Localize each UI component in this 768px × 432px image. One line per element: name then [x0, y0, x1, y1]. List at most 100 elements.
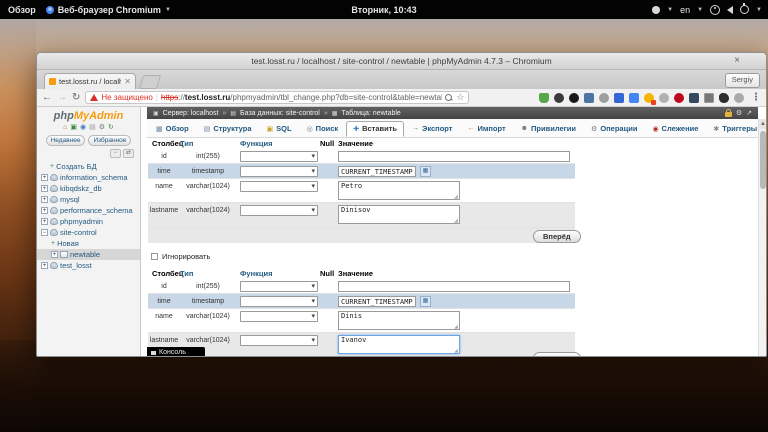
tree-item-db[interactable]: +test_losst: [37, 260, 140, 271]
docs-icon[interactable]: ▤: [89, 124, 96, 132]
scrollbar-thumb[interactable]: [760, 131, 766, 189]
tree-item-db-expanded[interactable]: −site-control: [37, 227, 140, 238]
recent-tables-button[interactable]: Недавнее: [46, 135, 86, 146]
tab-close-icon[interactable]: ✕: [124, 77, 131, 86]
tab-triggers[interactable]: ✱Триггеры: [706, 121, 764, 137]
tree-item-new-table[interactable]: +Новая: [37, 238, 140, 249]
tree-item-db[interactable]: +mysql: [37, 194, 140, 205]
accessibility-icon[interactable]: [710, 5, 720, 15]
function-header-link[interactable]: Функция: [240, 269, 272, 278]
type-header-link[interactable]: Тип: [180, 269, 193, 278]
s-extension-icon[interactable]: [659, 93, 669, 103]
collapse-all-button[interactable]: −: [110, 149, 121, 158]
sql-window-icon[interactable]: ◉: [80, 124, 86, 132]
tab-export[interactable]: →Экспорт: [405, 121, 459, 137]
function-select[interactable]: [240, 311, 318, 322]
go-button[interactable]: Вперёд: [533, 352, 581, 357]
pocket-extension-icon[interactable]: [554, 93, 564, 103]
function-select[interactable]: [240, 296, 318, 307]
browser-menu-icon[interactable]: ⋮: [749, 92, 761, 103]
value-input[interactable]: [338, 281, 570, 292]
app-menu[interactable]: Веб-браузер Chromium ▼: [46, 5, 171, 15]
value-input[interactable]: [338, 151, 570, 162]
keyboard-status-icon[interactable]: [652, 6, 660, 14]
tree-item-new-db[interactable]: +Создать БД: [37, 161, 140, 172]
security-label[interactable]: Не защищено: [101, 93, 152, 102]
resize-grip-icon[interactable]: ◢: [454, 348, 458, 354]
resize-grip-icon[interactable]: ◢: [454, 194, 458, 200]
function-header-link[interactable]: Функция: [240, 139, 272, 148]
expand-icon[interactable]: +: [41, 185, 48, 192]
new-tab-button[interactable]: [139, 75, 162, 89]
type-header-link[interactable]: Тип: [180, 139, 193, 148]
window-close-button[interactable]: ×: [730, 53, 744, 69]
activities-button[interactable]: Обзор: [8, 5, 36, 15]
vk-extension-icon[interactable]: [584, 93, 594, 103]
window-titlebar[interactable]: test.losst.ru / localhost / site-control…: [37, 53, 766, 70]
value-textarea[interactable]: Petro: [338, 181, 460, 200]
tab-browse[interactable]: ▦Обзор: [149, 121, 196, 137]
tree-item-db[interactable]: +performance_schema: [37, 205, 140, 216]
scroll-up-icon[interactable]: ▲: [759, 119, 767, 129]
function-select[interactable]: [240, 181, 318, 192]
expand-icon[interactable]: ↗: [746, 109, 752, 117]
tab-import[interactable]: ←Импорт: [460, 121, 512, 137]
back-button[interactable]: ←: [42, 93, 52, 103]
expand-icon[interactable]: +: [41, 262, 48, 269]
timestamp-input[interactable]: [338, 166, 416, 177]
breadcrumb-table[interactable]: Таблица: newtable: [341, 110, 400, 117]
home-icon[interactable]: ⌂: [63, 124, 67, 132]
function-select[interactable]: [240, 335, 318, 346]
lightbulb-extension-icon[interactable]: [644, 93, 654, 103]
bookmark-star-icon[interactable]: ☆: [456, 93, 464, 102]
volume-icon[interactable]: [727, 6, 733, 14]
function-select[interactable]: [240, 166, 318, 177]
calendar-icon[interactable]: ▦: [420, 166, 431, 177]
unlink-button[interactable]: ⇄: [123, 149, 134, 158]
tree-item-db[interactable]: +phpmyadmin: [37, 216, 140, 227]
tab-tracking[interactable]: ◉Слежение: [645, 121, 705, 137]
resize-grip-icon[interactable]: ◢: [454, 324, 458, 330]
expand-icon[interactable]: +: [41, 196, 48, 203]
expand-icon[interactable]: +: [51, 251, 58, 258]
ignore-checkbox[interactable]: [151, 253, 158, 260]
tab-operations[interactable]: ⚙Операции: [584, 121, 644, 137]
reload-nav-icon[interactable]: ↻: [108, 124, 114, 132]
calendar-icon[interactable]: ▦: [420, 296, 431, 307]
search-icon[interactable]: [445, 94, 452, 101]
profile-button[interactable]: Sergiy: [725, 73, 760, 88]
console-toggle[interactable]: Консоль: [147, 347, 205, 357]
collapse-icon[interactable]: −: [41, 229, 48, 236]
pixel-extension-icon[interactable]: [689, 93, 699, 103]
gnome-foot-extension-icon[interactable]: [719, 93, 729, 103]
resize-grip-icon[interactable]: ◢: [454, 218, 458, 224]
value-textarea[interactable]: Dinisov: [338, 205, 460, 224]
grid-extension-icon[interactable]: [704, 93, 714, 103]
value-textarea[interactable]: Dinis: [338, 311, 460, 330]
expand-icon[interactable]: +: [41, 174, 48, 181]
github-extension-icon[interactable]: [569, 93, 579, 103]
clock[interactable]: Вторник, 10:43: [351, 5, 416, 15]
forward-button[interactable]: →: [57, 93, 67, 103]
function-select[interactable]: [240, 281, 318, 292]
timestamp-input[interactable]: [338, 296, 416, 307]
tab-privileges[interactable]: ☻Привилегии: [514, 121, 583, 137]
tab-insert[interactable]: ✚Вставить: [346, 121, 404, 137]
go-button[interactable]: Вперёд: [533, 230, 581, 243]
tab-structure[interactable]: ▤Структура: [197, 121, 259, 137]
function-select[interactable]: [240, 151, 318, 162]
breadcrumb-server[interactable]: Сервер: localhost: [163, 110, 219, 117]
function-select[interactable]: [240, 205, 318, 216]
language-indicator[interactable]: en: [680, 5, 690, 15]
insecure-warning-icon[interactable]: [90, 94, 98, 101]
tab-sql[interactable]: ▣SQL: [260, 121, 299, 137]
tree-item-db[interactable]: +kibqdskz_db: [37, 183, 140, 194]
pinterest-extension-icon[interactable]: [674, 93, 684, 103]
tab-search[interactable]: ◎Поиск: [300, 121, 346, 137]
reload-button[interactable]: ↻: [72, 93, 80, 103]
logout-icon[interactable]: ▣: [70, 124, 77, 132]
blue-box-extension-icon[interactable]: [614, 93, 624, 103]
page-scrollbar[interactable]: ▲: [758, 119, 767, 357]
shield-extension-icon[interactable]: [539, 93, 549, 103]
settings-icon[interactable]: ⚙: [99, 124, 105, 132]
